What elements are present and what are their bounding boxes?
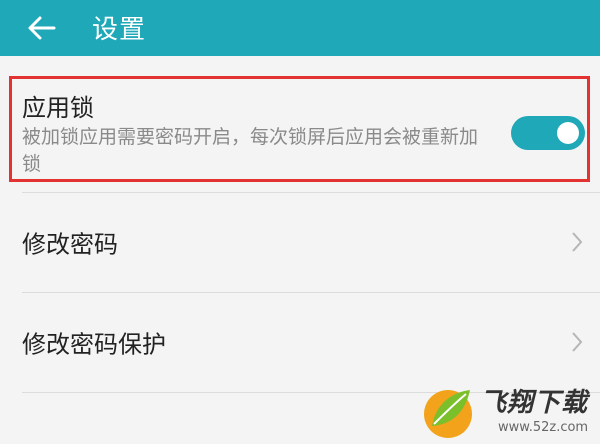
toggle-knob bbox=[557, 122, 579, 144]
app-lock-title: 应用锁 bbox=[22, 94, 94, 122]
menu-item-label: 修改密码 bbox=[22, 230, 118, 259]
watermark: 飞翔下载 www.52z.com bbox=[418, 380, 600, 444]
app-lock-row[interactable]: 应用锁 被加锁应用需要密码开启，每次锁屏后应用会被重新加锁 bbox=[0, 72, 600, 184]
chevron-right-icon bbox=[572, 232, 583, 252]
watermark-url: www.52z.com bbox=[498, 420, 589, 435]
app-lock-toggle[interactable] bbox=[511, 116, 585, 150]
leaf-logo-icon bbox=[424, 390, 472, 438]
menu-item-change-password-protection[interactable]: 修改密码保护 bbox=[0, 292, 600, 392]
page-title: 设置 bbox=[92, 15, 147, 45]
menu-item-label: 修改密码保护 bbox=[22, 330, 166, 359]
watermark-brand: 飞翔下载 bbox=[480, 388, 589, 418]
menu-item-change-password[interactable]: 修改密码 bbox=[0, 192, 600, 292]
app-bar: 设置 bbox=[0, 0, 600, 56]
arrow-left-icon[interactable] bbox=[26, 12, 58, 44]
chevron-right-icon bbox=[572, 332, 583, 352]
app-lock-description: 被加锁应用需要密码开启，每次锁屏后应用会被重新加锁 bbox=[22, 126, 479, 175]
